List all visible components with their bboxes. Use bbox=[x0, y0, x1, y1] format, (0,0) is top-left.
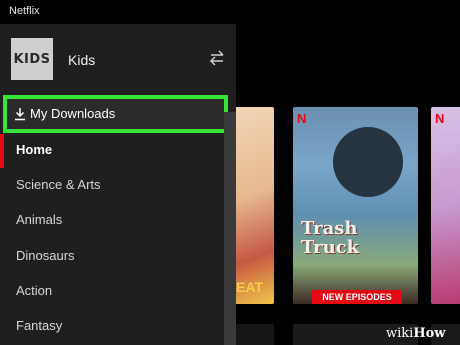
watermark-prefix: wiki bbox=[386, 326, 414, 341]
sidebar-item-label: Animals bbox=[16, 212, 63, 227]
sidebar-item-action[interactable]: Action bbox=[0, 275, 224, 309]
poster-left[interactable]: BEAT bbox=[236, 107, 274, 304]
poster-title: Trash Truck bbox=[301, 218, 360, 258]
watermark: wikiHow bbox=[386, 326, 445, 341]
sidebar-scrollbar[interactable] bbox=[224, 112, 236, 345]
sidebar-item-label: Home bbox=[16, 142, 53, 157]
profile-header[interactable]: KIDS Kids bbox=[0, 24, 236, 94]
profile-name: Kids bbox=[68, 52, 96, 68]
bear-character bbox=[333, 127, 403, 197]
window-title: Netflix bbox=[9, 5, 40, 17]
poster-right[interactable]: N bbox=[431, 107, 460, 304]
sidebar-item-animals[interactable]: Animals bbox=[0, 204, 224, 238]
sidebar-item-label: Action bbox=[16, 283, 53, 298]
download-icon bbox=[15, 108, 25, 121]
poster-trash-truck[interactable]: N Trash Truck NEW EPISODES bbox=[293, 107, 418, 304]
new-episodes-badge: NEW EPISODES bbox=[312, 290, 402, 304]
switch-profile-icon[interactable] bbox=[207, 48, 227, 68]
content-area: BEAT N Trash Truck NEW EPISODES N bbox=[236, 24, 460, 345]
sidebar-item-label: Science & Arts bbox=[16, 177, 101, 192]
my-downloads-label: My Downloads bbox=[30, 106, 116, 121]
sidebar-item-label: Fantasy bbox=[16, 318, 63, 333]
poster-row2-left[interactable] bbox=[236, 324, 274, 345]
avatar-text: KIDS bbox=[13, 51, 51, 67]
my-downloads-button[interactable]: My Downloads bbox=[3, 95, 228, 133]
window-titlebar: Netflix bbox=[0, 0, 460, 24]
sidebar-item-science-arts[interactable]: Science & Arts bbox=[0, 169, 224, 203]
active-indicator bbox=[0, 134, 4, 168]
sidebar-item-fantasy[interactable]: Fantasy bbox=[0, 310, 224, 344]
poster-beat-text: BEAT bbox=[236, 279, 264, 295]
sidebar-item-label: Dinosaurs bbox=[16, 248, 75, 263]
netflix-logo-icon: N bbox=[297, 111, 307, 126]
sidebar-item-dinosaurs[interactable]: Dinosaurs bbox=[0, 240, 224, 274]
netflix-logo-icon: N bbox=[435, 111, 445, 126]
watermark-suffix: How bbox=[413, 326, 446, 341]
sidebar-item-home[interactable]: Home bbox=[0, 134, 224, 168]
avatar[interactable]: KIDS bbox=[11, 38, 53, 80]
sidebar: KIDS Kids My Downloads Home Science & Ar… bbox=[0, 24, 236, 345]
